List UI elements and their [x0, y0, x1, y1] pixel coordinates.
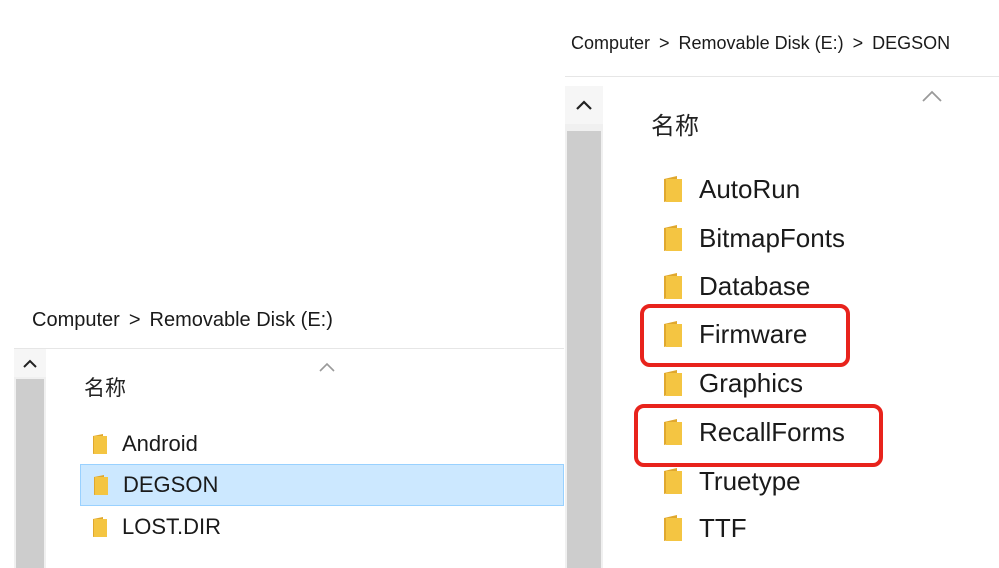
breadcrumb-separator[interactable]: >: [659, 33, 670, 54]
list-item-degson[interactable]: DEGSON: [80, 464, 564, 506]
list-item-label: Database: [699, 270, 811, 301]
folder-icon: [664, 515, 682, 541]
list-item-ttf[interactable]: TTF: [659, 508, 747, 548]
right-explorer-window: Computer > Removable Disk (E:) > DEGSON …: [565, 10, 999, 568]
breadcrumb-separator[interactable]: >: [129, 309, 141, 332]
folder-icon: [94, 475, 108, 495]
list-item-label: BitmapFonts: [699, 222, 845, 253]
highlight-box-firmware: [640, 304, 850, 367]
left-explorer-window: Computer > Removable Disk (E:) 名称 Androi…: [14, 292, 564, 568]
list-item-truetype[interactable]: Truetype: [659, 461, 801, 501]
breadcrumb: Computer > Removable Disk (E:): [14, 292, 564, 349]
list-item-android[interactable]: Android: [80, 428, 550, 460]
chevron-up-icon: [23, 359, 37, 368]
breadcrumb-computer[interactable]: Computer: [32, 309, 120, 332]
scrollbar-thumb[interactable]: [567, 131, 601, 568]
folder-icon: [664, 225, 682, 251]
list-item-label: DEGSON: [123, 472, 219, 497]
chevron-up-icon: [576, 100, 592, 110]
list-item-graphics[interactable]: Graphics: [659, 363, 803, 403]
column-header-name[interactable]: 名称: [84, 372, 126, 402]
list-item-lost-dir[interactable]: LOST.DIR: [80, 511, 550, 543]
folder-icon: [664, 273, 682, 299]
folder-icon: [664, 370, 682, 396]
breadcrumb-removable-disk[interactable]: Removable Disk (E:): [150, 309, 333, 332]
folder-icon: [93, 434, 107, 454]
list-item-autorun[interactable]: AutoRun: [659, 169, 800, 209]
breadcrumb-degson[interactable]: DEGSON: [872, 33, 950, 54]
folder-icon: [93, 517, 107, 537]
breadcrumb-removable-disk[interactable]: Removable Disk (E:): [679, 33, 844, 54]
list-item-bitmapfonts[interactable]: BitmapFonts: [659, 218, 845, 258]
vertical-scrollbar[interactable]: [14, 349, 46, 568]
scroll-up-button[interactable]: [565, 86, 603, 124]
folder-icon: [664, 468, 682, 494]
list-item-label: AutoRun: [699, 173, 801, 204]
list-item-database[interactable]: Database: [659, 266, 810, 306]
list-item-label: LOST.DIR: [122, 514, 222, 539]
list-item-label: Truetype: [699, 465, 801, 496]
sort-ascending-icon: [922, 90, 942, 102]
column-header-name[interactable]: 名称: [651, 106, 699, 141]
list-item-label: Android: [122, 431, 198, 456]
sort-ascending-icon: [319, 362, 335, 372]
list-item-label: Graphics: [699, 367, 804, 398]
breadcrumb-separator[interactable]: >: [853, 33, 864, 54]
vertical-scrollbar[interactable]: [565, 86, 603, 568]
scroll-up-button[interactable]: [14, 349, 46, 377]
scrollbar-thumb[interactable]: [16, 379, 44, 568]
list-item-label: TTF: [699, 512, 747, 543]
highlight-box-recallforms: [634, 404, 883, 467]
breadcrumb-computer[interactable]: Computer: [571, 33, 650, 54]
folder-icon: [664, 176, 682, 202]
breadcrumb: Computer > Removable Disk (E:) > DEGSON: [565, 10, 999, 77]
